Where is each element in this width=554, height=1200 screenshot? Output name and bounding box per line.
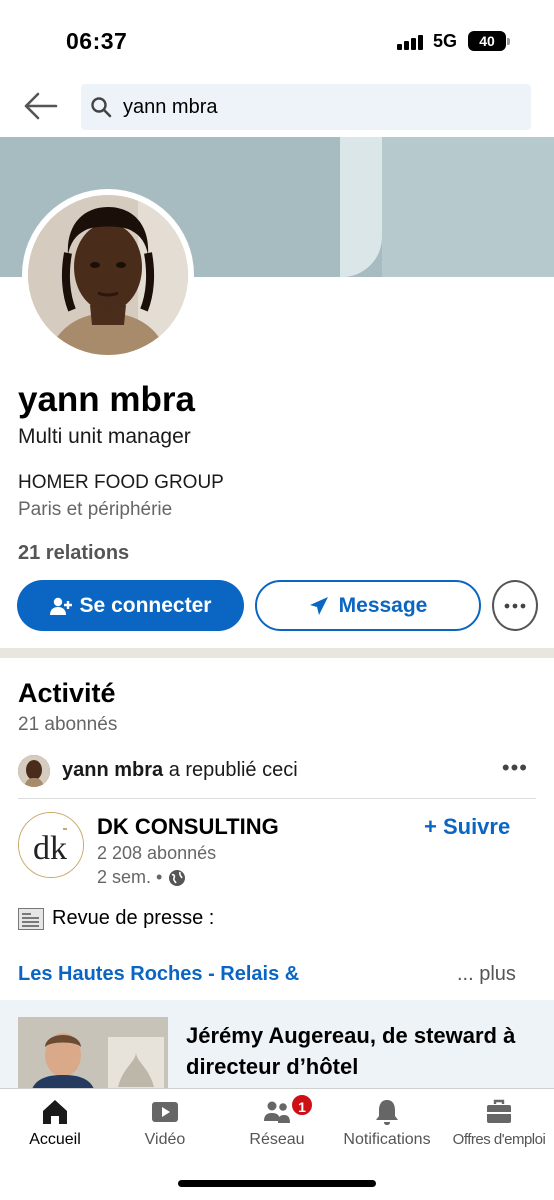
post-time: 2 sem. • (97, 867, 186, 888)
post-text: Revue de presse : (18, 907, 214, 930)
activity-followers: 21 abonnés (18, 714, 118, 735)
network-label: 5G (433, 31, 458, 51)
status-bar: 06:37 5G 40 (0, 0, 554, 80)
connect-button[interactable]: Se connecter (17, 580, 244, 631)
tab-jobs[interactable]: Offres d'emploi (444, 1089, 554, 1159)
message-label: Message (338, 593, 428, 617)
connect-label: Se connecter (79, 593, 212, 617)
signal-icon (397, 34, 425, 50)
search-row: yann mbra (0, 80, 554, 136)
newspaper-icon (18, 907, 44, 930)
repost-text: yann mbra a republié ceci (62, 759, 298, 782)
tab-label: Accueil (29, 1131, 81, 1148)
repost-action: a republié ceci (163, 759, 298, 781)
post-time-label: 2 sem. • (97, 867, 163, 887)
avatar-image (28, 195, 188, 355)
more-dots-icon (504, 603, 526, 608)
follow-button[interactable]: + Suivre (424, 814, 510, 840)
battery-cap (507, 38, 510, 45)
back-arrow-icon (24, 92, 58, 120)
tab-notifications[interactable]: Notifications (332, 1089, 442, 1159)
post-text-body: Revue de presse : (52, 907, 215, 929)
more-options-button[interactable] (492, 580, 538, 631)
company-logo[interactable]: dk (18, 812, 84, 878)
divider (18, 798, 536, 799)
tab-network[interactable]: Réseau (222, 1089, 332, 1159)
profile-company: HOMER FOOD GROUP (18, 472, 224, 493)
article-thumbnail (18, 1017, 168, 1090)
search-input[interactable]: yann mbra (81, 84, 531, 130)
bell-icon (376, 1100, 398, 1125)
battery-icon: 40 (468, 31, 506, 51)
search-icon (91, 97, 112, 118)
svg-text:dk: dk (33, 830, 67, 867)
profile-name: yann mbra (18, 380, 195, 419)
tab-video[interactable]: Vidéo (110, 1089, 220, 1159)
network-icon (264, 1101, 290, 1123)
video-icon (152, 1102, 178, 1122)
article-title: Jérémy Augereau, de steward à directeur … (186, 1023, 516, 1079)
notification-badge: 1 (290, 1093, 314, 1117)
repost-avatar[interactable] (18, 755, 50, 787)
status-time: 06:37 (66, 28, 128, 54)
post-author-followers: 2 208 abonnés (97, 843, 217, 863)
see-more-button[interactable]: ... plus (457, 963, 516, 986)
avatar[interactable] (28, 195, 188, 355)
tab-home[interactable]: Accueil (0, 1089, 110, 1159)
home-indicator (178, 1180, 376, 1187)
tab-label: Notifications (343, 1131, 431, 1148)
repost-header: yann mbra a republié ceci ••• (18, 753, 538, 789)
section-divider (0, 648, 554, 658)
activity-title: Activité (18, 678, 116, 708)
home-icon (43, 1100, 67, 1124)
tab-label: Réseau (249, 1131, 305, 1148)
profile-location: Paris et périphérie (18, 499, 173, 520)
post-link[interactable]: Les Hautes Roches - Relais & (18, 963, 299, 986)
profile-relations[interactable]: 21 relations (18, 542, 129, 565)
send-icon (309, 596, 328, 615)
tab-label: Vidéo (144, 1131, 186, 1148)
message-button[interactable]: Message (255, 580, 481, 631)
add-person-icon (49, 597, 72, 615)
article-card[interactable]: Jérémy Augereau, de steward à directeur … (0, 1000, 554, 1090)
globe-icon (169, 869, 186, 886)
repost-author[interactable]: yann mbra (62, 759, 163, 781)
search-query: yann mbra (123, 96, 218, 118)
tab-label: Offres d'emploi (452, 1131, 546, 1148)
post-author-name[interactable]: DK CONSULTING (97, 814, 279, 840)
briefcase-icon (487, 1099, 511, 1123)
post-more-button[interactable]: ••• (502, 755, 528, 781)
profile-headline: Multi unit manager (18, 425, 191, 448)
back-button[interactable] (22, 90, 58, 122)
